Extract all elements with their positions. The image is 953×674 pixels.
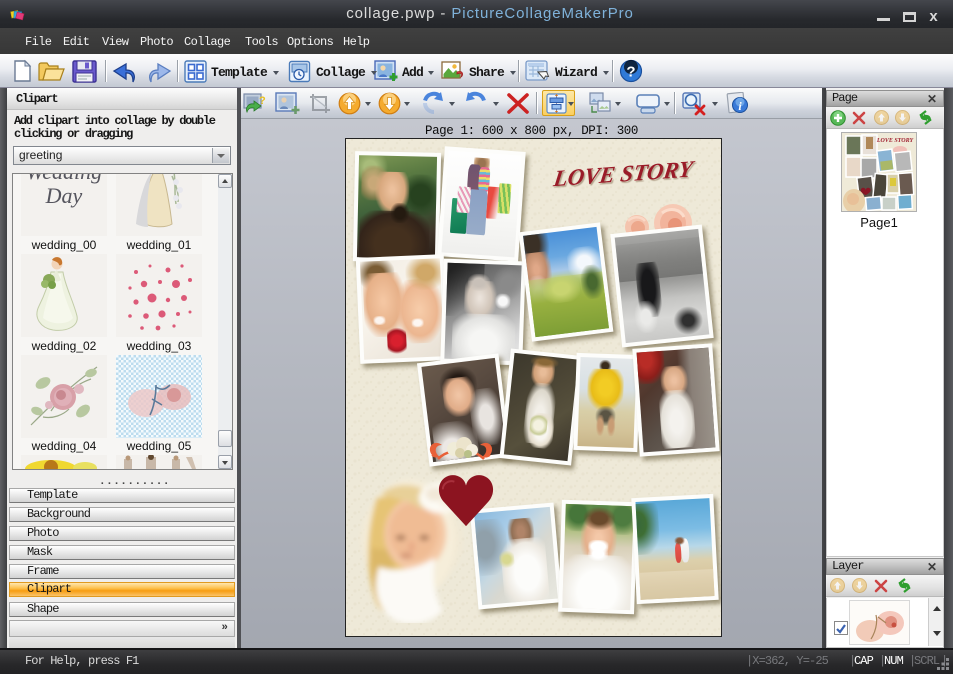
svg-text:?: ? [626, 64, 635, 81]
svg-text:?: ? [259, 95, 266, 107]
svg-text:LOVE STORY: LOVE STORY [876, 138, 915, 144]
